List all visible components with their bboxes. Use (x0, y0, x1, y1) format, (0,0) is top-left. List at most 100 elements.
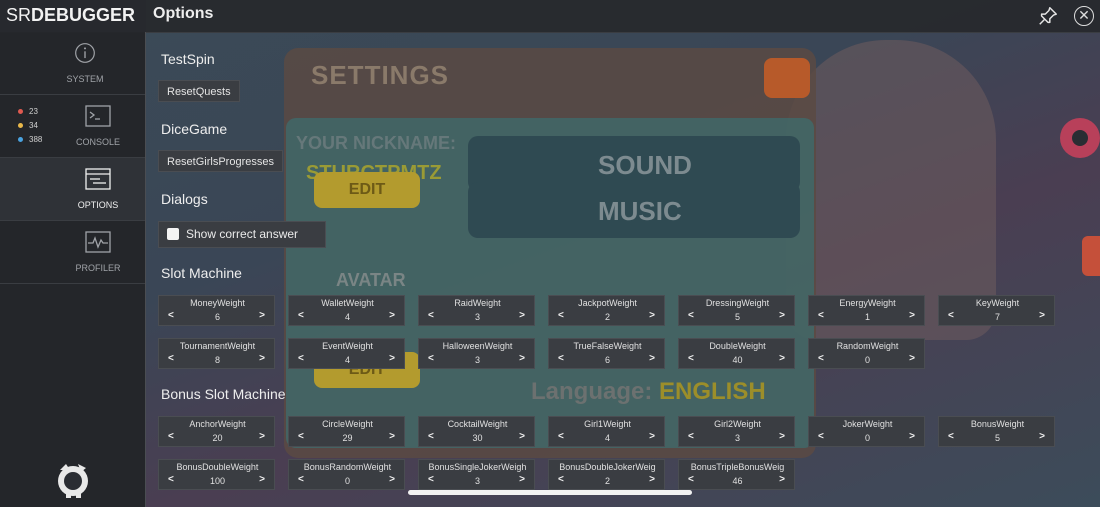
weight-stepper[interactable]: BonusRandomWeight <0 > (288, 459, 405, 490)
increment-arrow-icon[interactable]: > (909, 353, 915, 364)
weight-stepper[interactable]: TrueFalseWeight <6 > (548, 338, 665, 369)
stepper-value: 3 (474, 476, 480, 486)
weight-stepper[interactable]: CircleWeight <29 > (288, 416, 405, 447)
increment-arrow-icon[interactable]: > (649, 431, 655, 442)
stepper-value: 6 (214, 312, 220, 322)
weight-stepper[interactable]: BonusSingleJokerWeigh <3 > (418, 459, 535, 490)
stepper-label: DressingWeight (705, 298, 770, 308)
increment-arrow-icon[interactable]: > (649, 353, 655, 364)
stepper-value: 20 (212, 433, 223, 443)
increment-arrow-icon[interactable]: > (389, 353, 395, 364)
stepper-value: 100 (209, 476, 226, 486)
stepper-label: BonusWeight (970, 419, 1025, 429)
weight-stepper[interactable]: BonusTripleBonusWeig <46 > (678, 459, 795, 490)
increment-arrow-icon[interactable]: > (259, 474, 265, 485)
stepper-value: 3 (474, 312, 480, 322)
stepper-label: BonusDoubleJokerWeig (559, 462, 656, 472)
sidebar-item-label: OPTIONS (77, 200, 119, 210)
increment-arrow-icon[interactable]: > (389, 474, 395, 485)
weight-stepper[interactable]: Girl1Weight <4 > (548, 416, 665, 447)
stepper-label: AnchorWeight (189, 419, 246, 429)
increment-arrow-icon[interactable]: > (389, 310, 395, 321)
weight-stepper[interactable]: BonusDoubleJokerWeig <2 > (548, 459, 665, 490)
home-indicator[interactable] (408, 490, 692, 495)
weight-stepper[interactable]: HalloweenWeight <3 > (418, 338, 535, 369)
weight-stepper[interactable]: CocktailWeight <30 > (418, 416, 535, 447)
increment-arrow-icon[interactable]: > (259, 353, 265, 364)
stepper-value: 5 (734, 312, 740, 322)
stepper-value: 0 (344, 476, 350, 486)
stepper-value: 40 (732, 355, 743, 365)
stepper-value: 6 (604, 355, 610, 365)
weight-stepper[interactable]: BonusDoubleWeight <100 > (158, 459, 275, 490)
weight-stepper[interactable]: TournamentWeight <8 > (158, 338, 275, 369)
pulse-icon (85, 231, 111, 253)
stepper-label: HalloweenWeight (442, 341, 513, 351)
stepper-label: EventWeight (322, 341, 373, 351)
increment-arrow-icon[interactable]: > (909, 310, 915, 321)
srdebugger-logo: SRDEBUGGER (6, 5, 136, 25)
weight-stepper[interactable]: AnchorWeight <20 > (158, 416, 275, 447)
category-title: TestSpin (161, 51, 215, 67)
stepper-value: 2 (604, 312, 610, 322)
category-title: Slot Machine (161, 265, 242, 281)
increment-arrow-icon[interactable]: > (259, 431, 265, 442)
stepper-value: 3 (474, 355, 480, 365)
options-icon (85, 168, 111, 190)
debugger-header: SRDEBUGGER Options ✕ (0, 0, 1100, 33)
weight-stepper[interactable]: RaidWeight <3 > (418, 295, 535, 326)
stepper-value: 0 (864, 355, 870, 365)
sidebar-item-console[interactable]: 23 34 388 CONSOLE (0, 95, 145, 158)
weight-stepper[interactable]: MoneyWeight <6 > (158, 295, 275, 326)
pin-icon[interactable] (1037, 5, 1059, 27)
stepper-label: WalletWeight (321, 298, 374, 308)
mascot-icon (58, 464, 88, 498)
sidebar-item-options[interactable]: OPTIONS (0, 158, 145, 221)
stepper-label: BonusRandomWeight (303, 462, 392, 472)
increment-arrow-icon[interactable]: > (519, 310, 525, 321)
weight-stepper[interactable]: DoubleWeight <40 > (678, 338, 795, 369)
show-correct-answer-checkbox[interactable]: Show correct answer (158, 221, 326, 248)
increment-arrow-icon[interactable]: > (259, 310, 265, 321)
increment-arrow-icon[interactable]: > (649, 310, 655, 321)
weight-stepper[interactable]: WalletWeight <4 > (288, 295, 405, 326)
checkbox-box[interactable] (167, 228, 179, 240)
weight-stepper[interactable]: BonusWeight <5 > (938, 416, 1055, 447)
increment-arrow-icon[interactable]: > (1039, 310, 1045, 321)
options-panel: TestSpin ResetQuests DiceGame ResetGirls… (146, 32, 1100, 507)
weight-stepper[interactable]: RandomWeight <0 > (808, 338, 925, 369)
increment-arrow-icon[interactable]: > (519, 353, 525, 364)
increment-arrow-icon[interactable]: > (779, 353, 785, 364)
weight-stepper[interactable]: KeyWeight <7 > (938, 295, 1055, 326)
weight-stepper[interactable]: Girl2Weight <3 > (678, 416, 795, 447)
increment-arrow-icon[interactable]: > (519, 474, 525, 485)
stepper-label: JokerWeight (842, 419, 893, 429)
increment-arrow-icon[interactable]: > (519, 431, 525, 442)
increment-arrow-icon[interactable]: > (779, 474, 785, 485)
checkbox-label: Show correct answer (186, 227, 299, 241)
increment-arrow-icon[interactable]: > (779, 310, 785, 321)
increment-arrow-icon[interactable]: > (649, 474, 655, 485)
weight-stepper[interactable]: JokerWeight <0 > (808, 416, 925, 447)
stepper-label: DoubleWeight (709, 341, 766, 351)
close-icon[interactable]: ✕ (1074, 6, 1094, 26)
category-title: Dialogs (161, 191, 208, 207)
reset-quests-button[interactable]: ResetQuests (158, 80, 240, 102)
stepper-label: KeyWeight (975, 298, 1020, 308)
weight-stepper[interactable]: JackpotWeight <2 > (548, 295, 665, 326)
weight-stepper[interactable]: EnergyWeight <1 > (808, 295, 925, 326)
stepper-value: 7 (994, 312, 1000, 322)
stepper-value: 4 (344, 312, 350, 322)
weight-stepper[interactable]: DressingWeight <5 > (678, 295, 795, 326)
stepper-label: CocktailWeight (447, 419, 508, 429)
sidebar-item-system[interactable]: SYSTEM (0, 32, 145, 95)
increment-arrow-icon[interactable]: > (779, 431, 785, 442)
increment-arrow-icon[interactable]: > (1039, 431, 1045, 442)
sidebar-item-label: CONSOLE (75, 137, 120, 147)
increment-arrow-icon[interactable]: > (389, 431, 395, 442)
weight-stepper[interactable]: EventWeight <4 > (288, 338, 405, 369)
reset-girls-progresses-button[interactable]: ResetGirlsProgresses (158, 150, 283, 172)
sidebar-item-profiler[interactable]: PROFILER (0, 221, 145, 284)
stepper-value: 3 (734, 433, 740, 443)
increment-arrow-icon[interactable]: > (909, 431, 915, 442)
